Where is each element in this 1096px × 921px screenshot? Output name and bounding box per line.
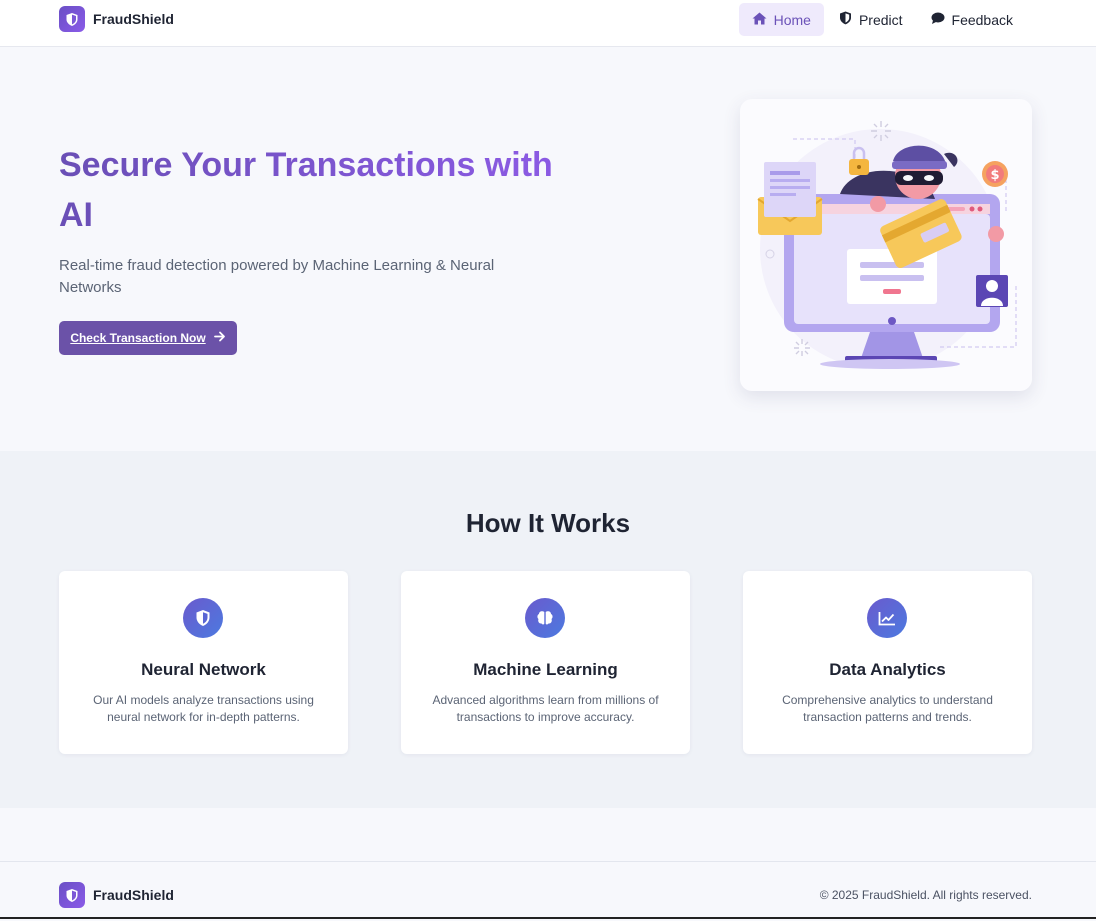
card-title: Machine Learning [473,660,618,679]
shield-icon [183,598,223,638]
navbar: FraudShield Home Predict Feedback [0,0,1096,47]
nav-label-predict: Predict [858,11,903,28]
hero-title: Secure Your Transactions with AI [59,140,579,240]
card-title: Data Analytics [829,660,946,679]
feature-card-neural-network: Neural Network Our AI models analyze tra… [59,571,348,754]
hero-section: Secure Your Transactions with AI Real-ti… [0,47,1096,451]
nav-item-predict[interactable]: Predict [826,3,916,36]
chart-line-icon [867,598,907,638]
feature-card-data-analytics: Data Analytics Comprehensive analytics t… [743,571,1032,754]
check-transaction-button[interactable]: Check Transaction Now [59,321,237,355]
arrow-right-icon [213,331,226,345]
footer-brand[interactable]: FraudShield [59,882,174,908]
nav-links: Home Predict Feedback [738,3,1026,36]
footer: FraudShield © 2025 FraudShield. All righ… [0,861,1096,919]
card-description: Advanced algorithms learn from millions … [432,693,659,724]
hacker-computer-illustration: $ [757,121,1017,369]
check-transaction-label: Check Transaction Now [70,331,206,345]
card-description: Comprehensive analytics to understand tr… [782,693,993,724]
feature-card-machine-learning: Machine Learning Advanced algorithms lea… [401,571,690,754]
hero-illustration: $ [740,99,1032,391]
card-title: Neural Network [141,660,266,679]
home-icon [752,12,767,28]
nav-item-feedback[interactable]: Feedback [918,3,1026,36]
card-description: Our AI models analyze transactions using… [93,693,314,724]
brand[interactable]: FraudShield [59,6,174,32]
shield-icon [59,882,85,908]
section-title: How It Works [465,508,631,538]
nav-label-feedback: Feedback [951,11,1013,28]
nav-label-home: Home [773,11,811,28]
hero-subtitle: Real-time fraud detection powered by Mac… [59,257,495,296]
shield-icon [59,6,85,32]
brain-icon [525,598,565,638]
svg-text:$: $ [990,168,999,183]
comment-icon [931,12,945,28]
footer-brand-name: FraudShield [93,887,174,903]
shield-icon [839,11,852,28]
how-it-works-section: How It Works Neural Network Our AI model… [0,451,1096,808]
brand-name: FraudShield [93,11,174,27]
copyright-text: © 2025 FraudShield. All rights reserved. [819,888,1032,902]
nav-item-home[interactable]: Home [738,3,824,36]
